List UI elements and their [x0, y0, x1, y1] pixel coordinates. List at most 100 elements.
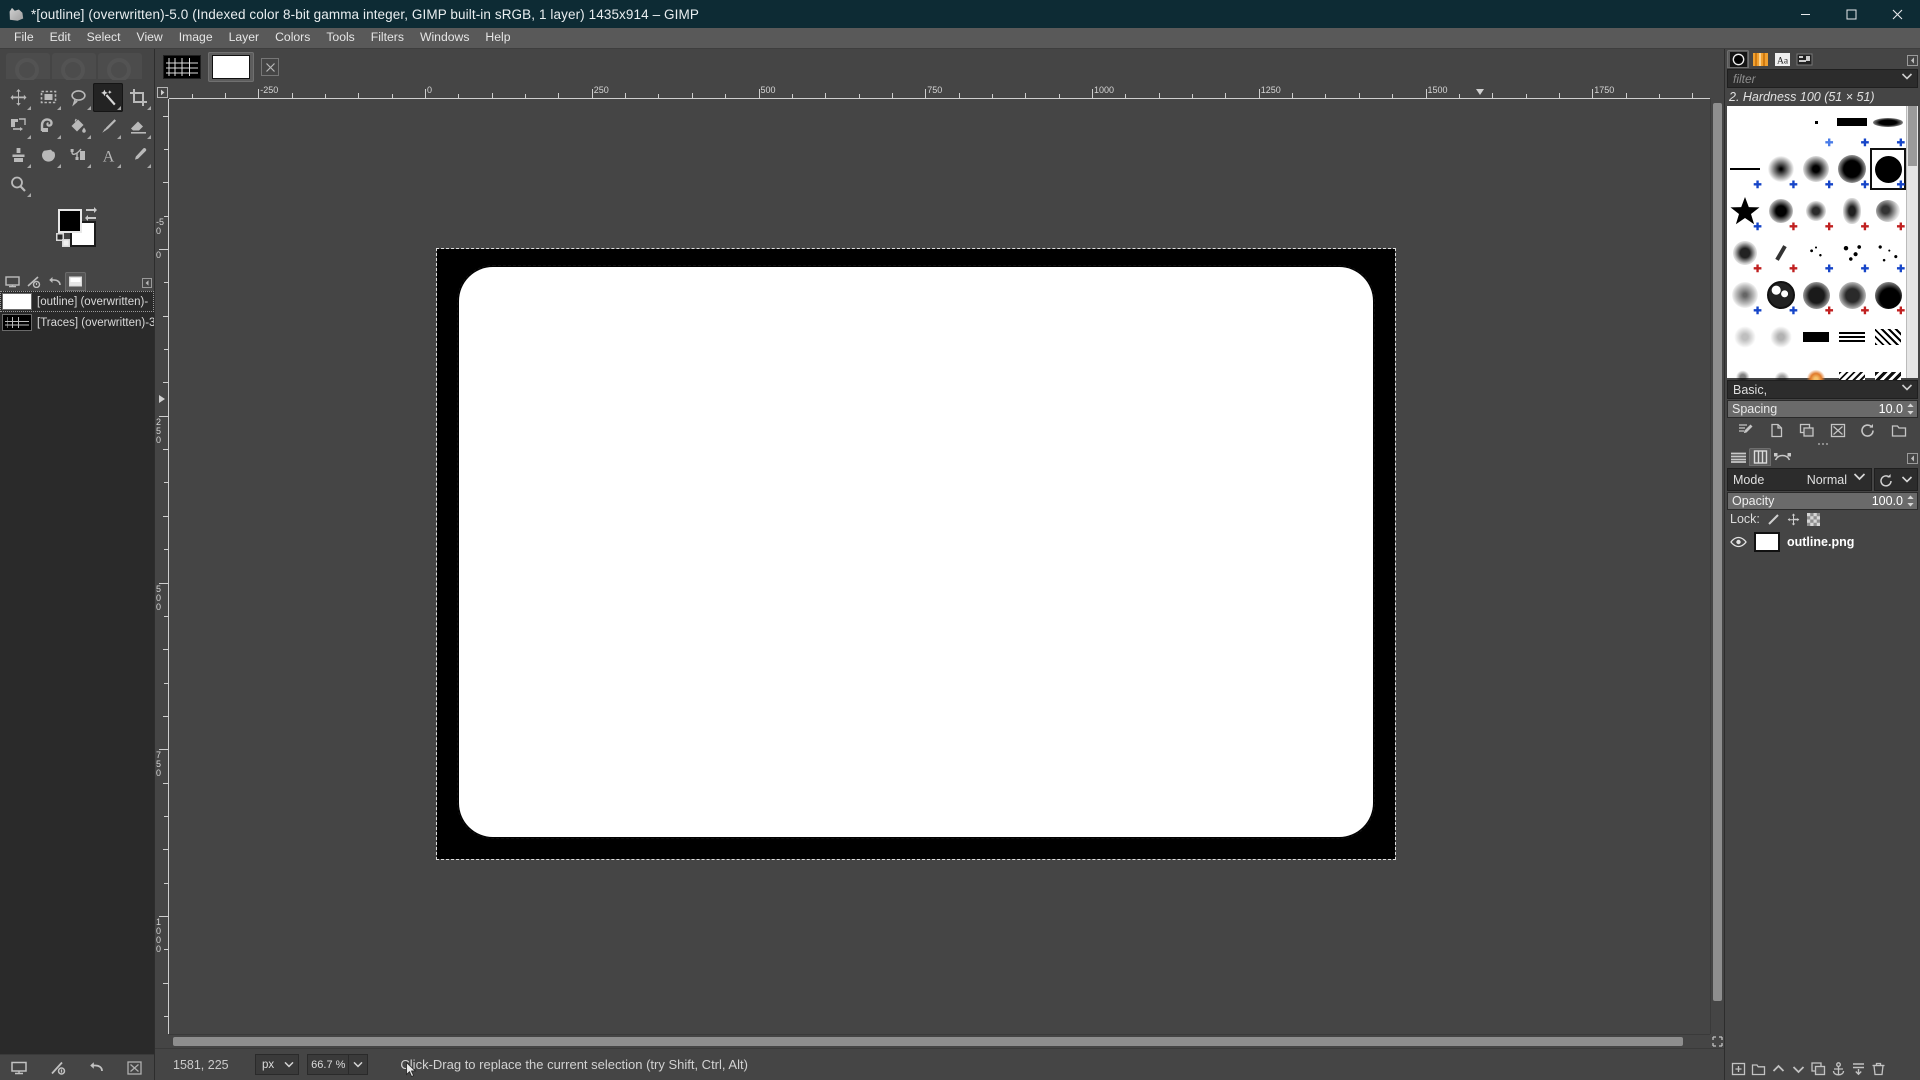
unit-combo[interactable]: px	[255, 1054, 300, 1075]
brush-cell[interactable]: ✚	[1727, 274, 1763, 317]
brush-cell[interactable]: ✚	[1763, 274, 1799, 317]
rectangle-select-tool[interactable]	[33, 83, 63, 112]
tab-brushes[interactable]	[1727, 50, 1749, 68]
close-button[interactable]	[1874, 0, 1920, 28]
revert-icon[interactable]	[1879, 473, 1893, 487]
layer-row[interactable]: outline.png	[1725, 528, 1920, 555]
brush-cell[interactable]: ✚	[1834, 232, 1870, 275]
collapse-left-icon[interactable]	[1904, 52, 1920, 68]
brush-cell[interactable]	[1799, 316, 1835, 358]
opacity-stepper[interactable]	[1905, 493, 1916, 509]
layers-list[interactable]: outline.png	[1725, 528, 1920, 1058]
images-dock-close-icon[interactable]	[124, 1058, 146, 1078]
free-select-tool[interactable]	[63, 83, 93, 112]
zoom-input[interactable]: 66.7 %	[307, 1054, 350, 1075]
canvas-tab-close-button[interactable]	[261, 58, 279, 76]
menu-layer[interactable]: Layer	[221, 29, 268, 46]
anchor-icon[interactable]	[1829, 1060, 1847, 1078]
crop-tool[interactable]	[123, 83, 153, 112]
maximize-button[interactable]	[1828, 0, 1874, 28]
menu-tools[interactable]: Tools	[318, 29, 362, 46]
warp-transform-tool[interactable]	[33, 112, 63, 141]
brush-cell[interactable]	[1727, 106, 1763, 148]
tab-images[interactable]	[2, 272, 23, 291]
brush-cell[interactable]: ✚	[1834, 148, 1870, 191]
images-list[interactable]: [outline] (overwritten)- [Traces] (overw…	[0, 291, 154, 1054]
tab-channels[interactable]	[1749, 448, 1771, 466]
collapse-left-icon[interactable]	[1904, 450, 1920, 466]
chevron-down-icon[interactable]	[1901, 475, 1913, 484]
tab-paths[interactable]	[1771, 448, 1793, 466]
layer-mode-reset[interactable]	[1874, 468, 1918, 491]
reset-colors-icon[interactable]	[56, 233, 70, 247]
paintbrush-tool[interactable]	[93, 112, 123, 141]
brush-cell[interactable]: ✚	[1870, 274, 1906, 317]
tab-layers[interactable]	[1727, 448, 1749, 466]
brush-cell[interactable]: ✚	[1799, 232, 1835, 275]
tab-patterns[interactable]	[1749, 50, 1771, 68]
brush-cell[interactable]: ✚	[1763, 232, 1799, 275]
brush-cell-selected[interactable]: ✚	[1870, 148, 1906, 191]
foreground-color-swatch[interactable]	[58, 209, 82, 233]
spacing-slider[interactable]: Spacing 10.0	[1727, 400, 1918, 418]
vertical-ruler[interactable]: -50 0 250 500 750 1000	[155, 99, 169, 1034]
brush-cell[interactable]: ✚	[1834, 274, 1870, 317]
brush-cell[interactable]: ✚	[1763, 190, 1799, 233]
canvas-icon[interactable]	[8, 1058, 30, 1078]
bucket-fill-tool[interactable]	[63, 112, 93, 141]
menu-file[interactable]: File	[6, 29, 42, 46]
move-tool[interactable]	[3, 83, 33, 112]
refresh-icon[interactable]	[1857, 421, 1879, 439]
menu-help[interactable]: Help	[477, 29, 518, 46]
brush-cell[interactable]: ✚	[1799, 190, 1835, 233]
brush-cell[interactable]: ✚	[1870, 190, 1906, 233]
brush-cell[interactable]	[1727, 316, 1763, 358]
spacing-stepper[interactable]	[1905, 401, 1916, 417]
horizontal-ruler[interactable]: -250 0 250 500 750 1000 1250 1500 1750	[169, 85, 1710, 99]
menu-view[interactable]: View	[129, 29, 171, 46]
brush-filter-input[interactable]: filter	[1727, 69, 1918, 88]
new-group-icon[interactable]	[1749, 1060, 1767, 1078]
brush-cell[interactable]	[1763, 316, 1799, 358]
chevron-up-icon[interactable]	[1769, 1060, 1787, 1078]
brush-cell[interactable]: ✚	[1799, 274, 1835, 317]
duplicate-layer-icon[interactable]	[1809, 1060, 1827, 1078]
menu-edit[interactable]: Edit	[42, 29, 79, 46]
layer-mode-combo[interactable]: Mode Normal	[1727, 468, 1872, 491]
canvas-tab-outline[interactable]	[208, 52, 254, 82]
image-list-item[interactable]: [Traces] (overwritten)-3	[0, 312, 154, 333]
navigation-preview-button[interactable]	[1710, 1034, 1724, 1048]
menu-windows[interactable]: Windows	[412, 29, 477, 46]
minimize-button[interactable]	[1782, 0, 1828, 28]
brush-cell[interactable]: ✚	[1834, 190, 1870, 233]
tab-undo-history[interactable]	[44, 272, 65, 291]
unified-transform-tool[interactable]	[3, 112, 33, 141]
canvas-tab-traces[interactable]	[159, 52, 205, 82]
slash-zero-icon[interactable]	[47, 1058, 69, 1078]
new-doc-icon[interactable]	[1766, 421, 1788, 439]
color-picker-tool[interactable]	[123, 141, 153, 170]
image-sheet[interactable]	[436, 248, 1396, 860]
brush-tag-selector[interactable]: Basic,	[1727, 380, 1918, 399]
canvas-horizontal-scrollbar[interactable]	[169, 1034, 1710, 1048]
dock-resize-handle[interactable]	[1725, 440, 1920, 447]
delete-x-icon[interactable]	[1827, 421, 1849, 439]
brush-cell[interactable]: ✚	[1870, 232, 1906, 275]
tab-templates[interactable]	[1793, 50, 1815, 68]
merge-icon[interactable]	[1849, 1060, 1867, 1078]
brush-cell[interactable]: ✚	[1870, 106, 1906, 149]
lock-alpha-button[interactable]	[1806, 512, 1820, 526]
edit-icon[interactable]	[1735, 421, 1757, 439]
brush-grid[interactable]: ✚ ✚ ✚ ✚ ✚ ✚ ✚ ✚ ✚ ✚ ✚ ✚ ✚ ✚ ✚ ✚ ✚ ✚ ✚ ✚ …	[1727, 106, 1906, 390]
chevron-down-icon[interactable]	[1901, 72, 1913, 81]
menu-filters[interactable]: Filters	[363, 29, 412, 46]
chevron-down-icon[interactable]	[1789, 1060, 1807, 1078]
menu-image[interactable]: Image	[171, 29, 221, 46]
menu-select[interactable]: Select	[79, 29, 129, 46]
brush-cell[interactable]: ✚	[1763, 148, 1799, 191]
collapse-left-icon[interactable]	[140, 275, 154, 291]
zoom-tool[interactable]	[3, 170, 33, 199]
tab-fonts[interactable]: Aa	[1771, 50, 1793, 68]
lock-position-button[interactable]	[1787, 513, 1800, 526]
paths-tool[interactable]	[63, 141, 93, 170]
